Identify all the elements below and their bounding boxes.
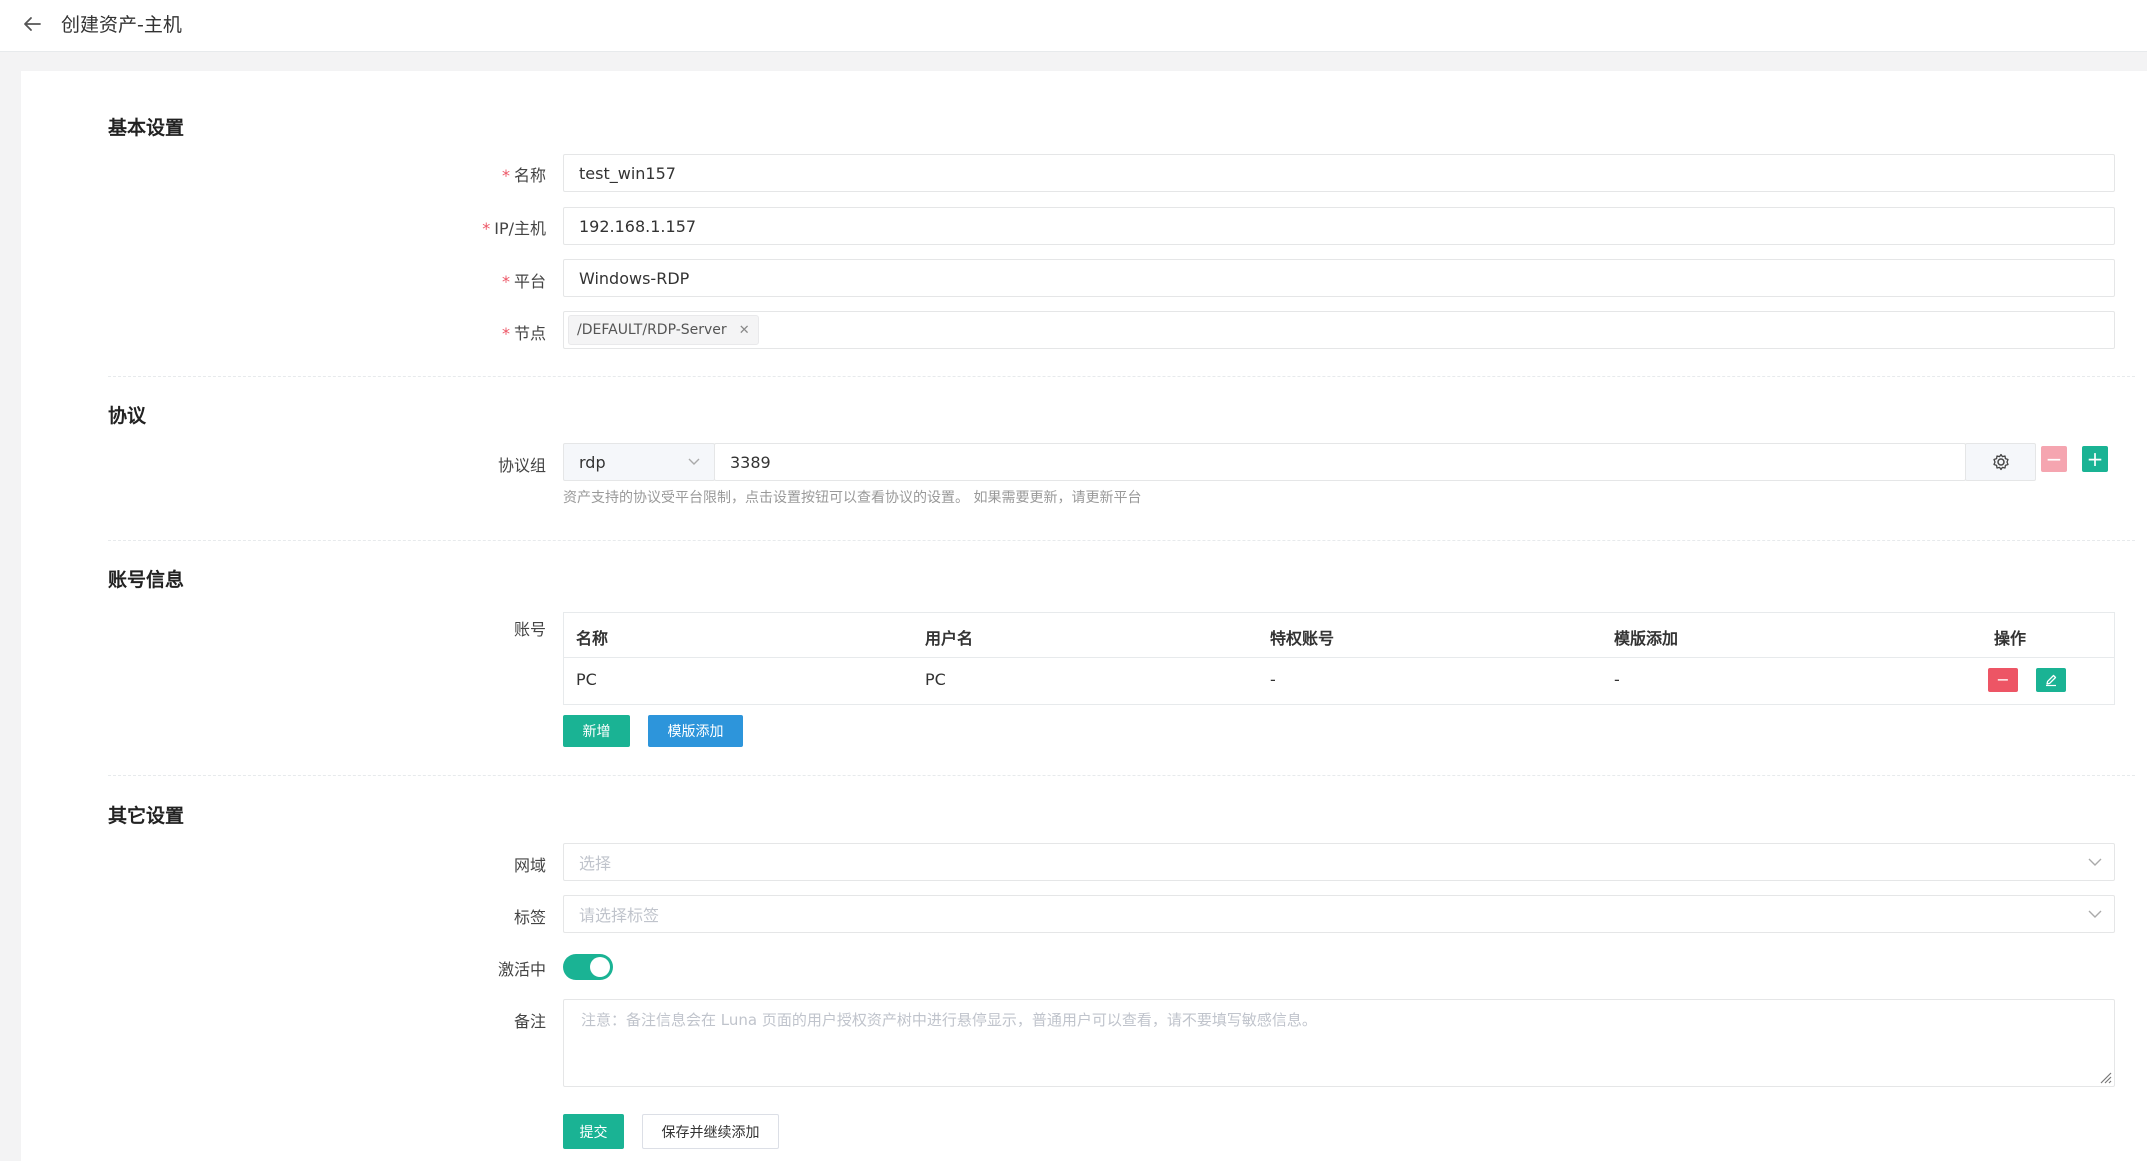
- platform-input[interactable]: Windows-RDP: [563, 259, 2115, 297]
- node-label: * 节点: [501, 324, 546, 343]
- name-input[interactable]: test_win157: [563, 154, 2115, 192]
- cell-name: PC: [576, 670, 597, 689]
- chevron-down-icon: [688, 458, 700, 465]
- divider: [108, 775, 2135, 776]
- column-header: 用户名: [925, 629, 974, 648]
- back-arrow-icon: [24, 17, 41, 31]
- divider: [108, 540, 2135, 541]
- protocol-hint: 资产支持的协议受平台限制，点击设置按钮可以查看协议的设置。 如果需要更新，请更新…: [563, 490, 1142, 506]
- active-label: 激活中: [497, 960, 546, 979]
- submit-button[interactable]: 提交: [563, 1114, 624, 1149]
- toggle-knob: [590, 957, 610, 977]
- cell-username: PC: [925, 670, 946, 689]
- platform-label: * 平台: [501, 272, 546, 291]
- section-title-other: 其它设置: [108, 805, 185, 827]
- resize-handle-icon[interactable]: [2098, 1070, 2112, 1084]
- tags-select[interactable]: 请选择标签: [563, 895, 2115, 933]
- column-header: 操作: [1993, 629, 2026, 648]
- column-header: 名称: [576, 629, 609, 648]
- section-title-basic: 基本设置: [108, 117, 185, 139]
- account-table: 名称 用户名 特权账号 模版添加 操作 PC PC - - −: [563, 612, 2115, 705]
- required-mark: *: [501, 166, 510, 185]
- comment-label: 备注: [513, 1012, 546, 1031]
- node-tag: /DEFAULT/RDP-Server ✕: [568, 315, 759, 345]
- add-protocol-button[interactable]: +: [2082, 446, 2108, 472]
- cell-template: -: [1614, 670, 1620, 689]
- protocol-settings-button[interactable]: [1965, 443, 2036, 481]
- name-label: * 名称: [501, 166, 546, 185]
- close-icon[interactable]: ✕: [739, 323, 750, 338]
- cell-privileged: -: [1270, 670, 1276, 689]
- tags-label: 标签: [513, 908, 546, 927]
- form-card: 基本设置 * 名称 test_win157 * IP/主机 192.168.1.15…: [21, 71, 2147, 1161]
- node-select[interactable]: /DEFAULT/RDP-Server ✕: [563, 311, 2115, 349]
- ip-input[interactable]: 192.168.1.157: [563, 207, 2115, 245]
- remove-protocol-button[interactable]: −: [2041, 446, 2067, 472]
- port-input[interactable]: 3389: [714, 443, 1966, 481]
- protocol-label: 协议组: [497, 456, 546, 475]
- gear-icon: [1992, 453, 2009, 471]
- minus-icon: −: [2045, 447, 2063, 471]
- column-header: 特权账号: [1270, 629, 1335, 648]
- delete-account-button[interactable]: −: [1988, 668, 2018, 692]
- table-row-divider: [564, 657, 2114, 658]
- chevron-down-icon: [2088, 858, 2102, 866]
- page-title: 创建资产-主机: [61, 14, 182, 36]
- back-button[interactable]: [16, 8, 48, 40]
- active-toggle[interactable]: [563, 954, 613, 980]
- chevron-down-icon: [2088, 910, 2102, 918]
- edit-account-button[interactable]: [2036, 668, 2066, 692]
- domain-select[interactable]: 选择: [563, 843, 2115, 881]
- column-header: 模版添加: [1614, 629, 1679, 648]
- template-add-button[interactable]: 模版添加: [648, 715, 743, 747]
- ip-label: * IP/主机: [482, 219, 546, 238]
- save-continue-button[interactable]: 保存并继续添加: [642, 1114, 779, 1149]
- edit-icon: [2046, 674, 2057, 687]
- domain-label: 网域: [513, 856, 546, 875]
- top-bar: 创建资产-主机: [0, 0, 2147, 52]
- protocol-select[interactable]: rdp: [563, 443, 715, 481]
- divider: [108, 376, 2135, 377]
- plus-icon: +: [2086, 447, 2104, 471]
- section-title-protocol: 协议: [108, 405, 147, 427]
- minus-icon: −: [1996, 670, 2010, 689]
- add-account-button[interactable]: 新增: [563, 715, 630, 747]
- section-title-account: 账号信息: [108, 569, 185, 591]
- account-label: 账号: [513, 620, 546, 639]
- comment-textarea[interactable]: 注意：备注信息会在 Luna 页面的用户授权资产树中进行悬停显示，普通用户可以查…: [563, 999, 2115, 1087]
